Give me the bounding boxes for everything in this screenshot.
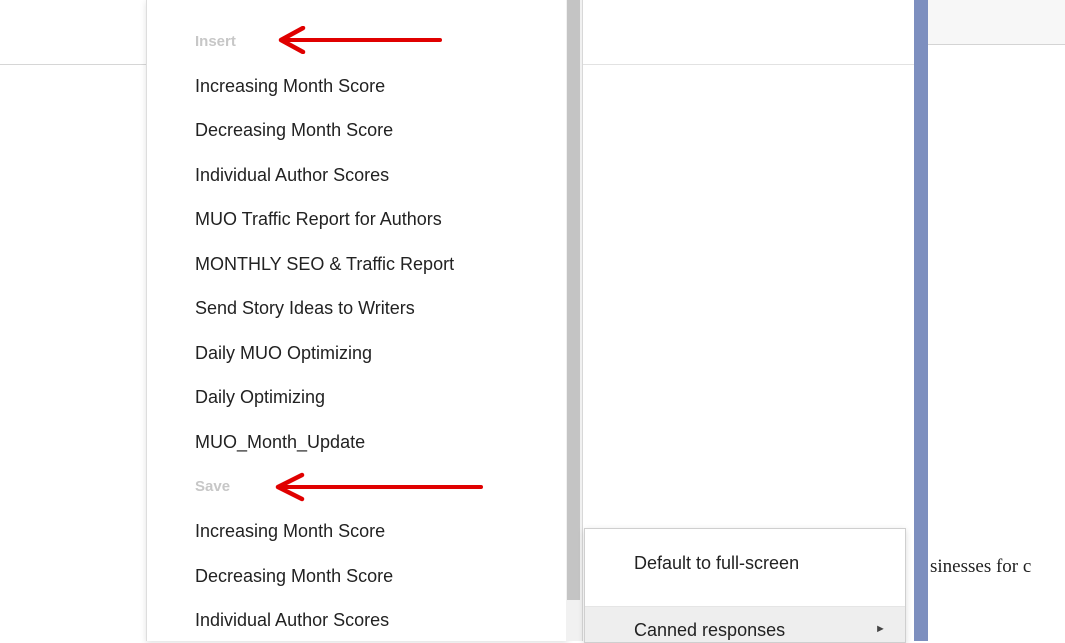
insert-item[interactable]: Individual Author Scores [195, 165, 389, 186]
save-item[interactable]: Individual Author Scores [195, 610, 389, 631]
insert-item[interactable]: MONTHLY SEO & Traffic Report [195, 254, 454, 275]
submenu-scrollbar-thumb[interactable] [567, 0, 580, 600]
compose-header [928, 0, 1065, 45]
left-arrow-icon [278, 26, 442, 54]
insert-item[interactable]: Daily MUO Optimizing [195, 343, 372, 364]
header-divider-mid [582, 64, 915, 65]
triangle-right-icon: ► [875, 623, 886, 635]
canned-responses-label: Canned responses [634, 620, 786, 640]
insert-item[interactable]: Send Story Ideas to Writers [195, 298, 415, 319]
compose-body-text[interactable]: sinesses for c [930, 556, 1031, 578]
insert-item[interactable]: Daily Optimizing [195, 387, 325, 408]
compose-options-menu: Default to full-screen Canned responses … [584, 528, 906, 643]
insert-section-label: Insert [195, 33, 236, 50]
insert-item[interactable]: MUO Traffic Report for Authors [195, 209, 442, 230]
insert-item[interactable]: MUO_Month_Update [195, 432, 365, 453]
default-full-screen-label: Default to full-screen [634, 553, 800, 573]
canned-responses-option[interactable]: Canned responses ► [585, 607, 905, 642]
left-arrow-icon [275, 472, 483, 502]
header-divider-left [0, 64, 150, 65]
default-full-screen-option[interactable]: Default to full-screen [585, 529, 905, 599]
canned-responses-submenu: Insert Increasing Month Score Decreasing… [146, 0, 568, 641]
insert-item[interactable]: Increasing Month Score [195, 76, 385, 97]
insert-item[interactable]: Decreasing Month Score [195, 120, 393, 141]
save-item[interactable]: Decreasing Month Score [195, 566, 393, 587]
save-section-label: Save [195, 478, 231, 495]
compose-window-border [914, 0, 928, 641]
save-item[interactable]: Increasing Month Score [195, 521, 385, 542]
